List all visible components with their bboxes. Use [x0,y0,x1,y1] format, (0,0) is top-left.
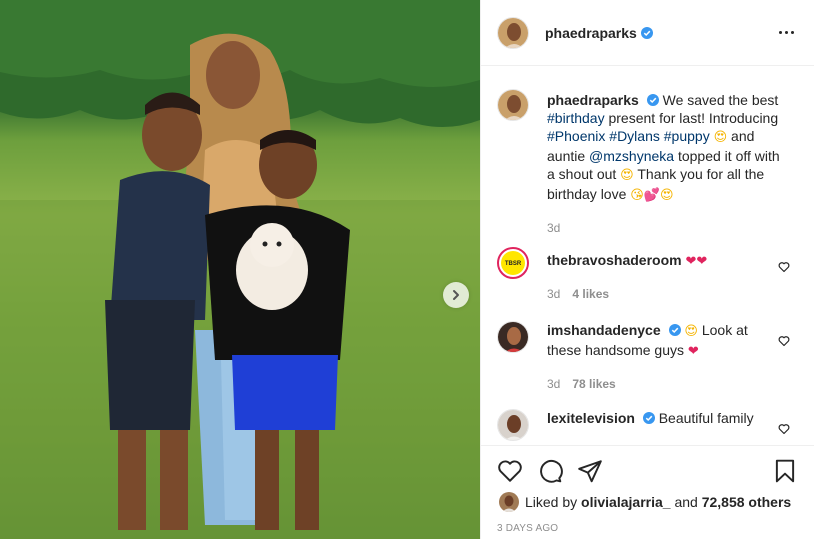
comment-bubble-icon[interactable] [537,458,563,484]
next-photo-button[interactable] [443,282,469,308]
post-timestamp[interactable]: 3 DAYS AGO [497,523,558,534]
heart-icon[interactable] [497,458,523,484]
red-hearts-emoji: ❤❤ [685,254,708,269]
comment-item: imshandadenyce 😍 Look at these handsome … [497,321,802,393]
comment-username[interactable]: thebravoshaderoom [547,252,682,268]
family-photo-illustration [0,0,480,539]
hashtag-phoenix[interactable]: #Phoenix [547,128,605,144]
caption-time: 3d [547,221,561,235]
heart-eyes-emoji: 😍 [713,130,728,145]
post-actions: Liked by olivialajarria_ and 72,858 othe… [481,445,814,539]
post-header: phaedraparks [481,0,814,66]
paper-plane-icon[interactable] [577,458,603,484]
verified-badge-icon [642,412,655,424]
comment-username[interactable]: lexitelevision [547,410,635,426]
caption-comment: phaedraparks We saved the best #birthday… [497,89,802,237]
comment-likes[interactable]: 4 likes [572,287,609,301]
author-username[interactable]: phaedraparks [545,25,637,41]
kiss-emoji: 😘 [630,188,644,203]
verified-badge-icon [646,94,659,106]
comment-time: 3d [547,287,561,301]
hashtag-dylans[interactable]: #Dylans [609,128,660,144]
comment-username[interactable]: imshandadenyce [547,322,661,338]
heart-eyes-emoji: 😍 [620,168,634,183]
author-avatar[interactable] [497,89,529,121]
heart-icon[interactable] [778,423,790,435]
comment-likes[interactable]: 78 likes [572,377,615,391]
comment-item: lexitelevision Beautiful family [497,409,802,441]
post-photo[interactable] [0,0,480,539]
hashtag-puppy[interactable]: #puppy [664,128,710,144]
red-heart-emoji: ❤ [687,344,699,359]
comments-list[interactable]: phaedraparks We saved the best #birthday… [481,67,814,445]
verified-badge-icon [640,26,653,39]
two-hearts-emoji: 💕 [643,188,661,203]
chevron-right-icon [453,290,459,300]
more-options-icon[interactable] [775,27,798,38]
heart-icon[interactable] [778,335,790,347]
caption-username[interactable]: phaedraparks [547,92,639,108]
likes-count[interactable]: 72,858 others [702,494,792,510]
comment-item: TBSR thebravoshaderoom ❤❤ 3d 4 likes [497,247,802,303]
author-avatar[interactable] [497,16,529,49]
hashtag-birthday[interactable]: #birthday [547,110,605,126]
liker-avatar[interactable] [499,492,519,512]
bookmark-icon[interactable] [772,458,798,484]
heart-icon[interactable] [778,261,790,273]
liked-by-row: Liked by olivialajarria_ and 72,858 othe… [499,492,791,512]
verified-badge-icon [668,324,681,336]
caption-text: phaedraparks We saved the best #birthday… [547,92,780,203]
heart-eyes-emoji: 😍 [684,324,698,339]
commenter-avatar[interactable]: TBSR [497,247,529,279]
mention-mzshyneka[interactable]: @mzshyneka [589,148,674,164]
commenter-avatar[interactable] [497,409,529,441]
heart-eyes-emoji: 😍 [660,188,674,203]
commenter-avatar[interactable] [497,321,529,353]
svg-text:TBSR: TBSR [505,261,522,267]
liked-by-username[interactable]: olivialajarria_ [581,494,671,510]
comment-time: 3d [547,377,561,391]
post-side-panel: phaedraparks phaedraparks We saved the b… [480,0,814,539]
